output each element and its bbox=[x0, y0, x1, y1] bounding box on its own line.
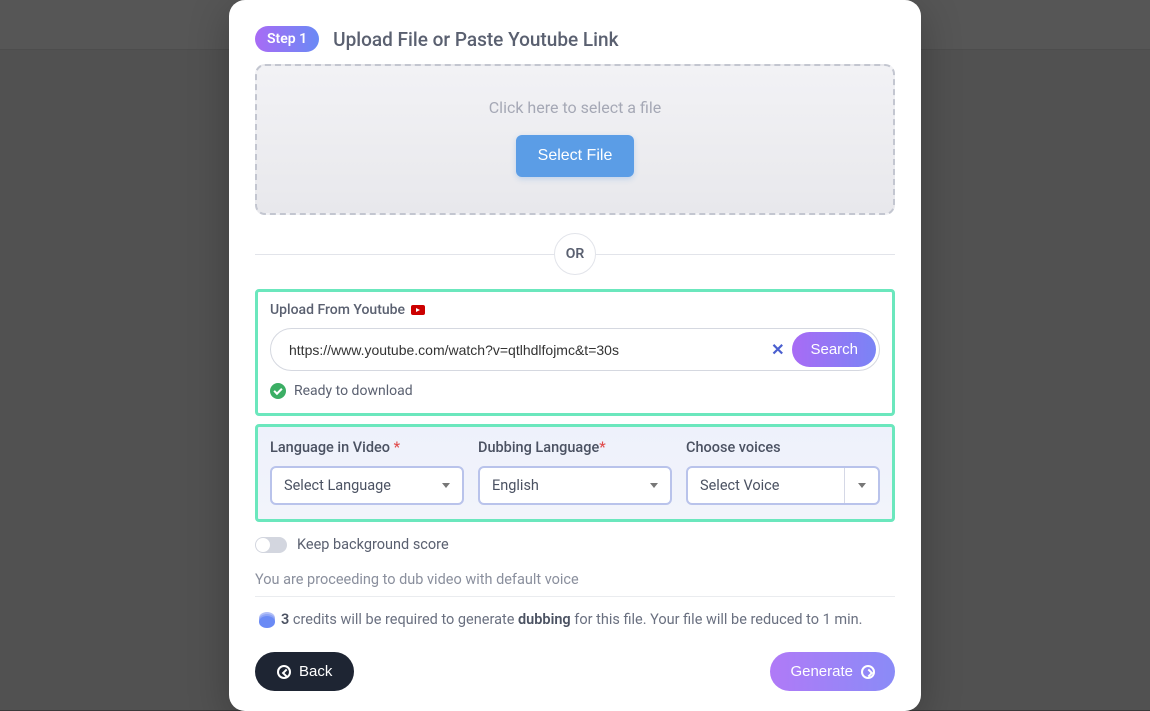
chevron-down-icon bbox=[858, 483, 866, 488]
ready-status: Ready to download bbox=[270, 383, 880, 399]
step-header: Step 1 Upload File or Paste Youtube Link bbox=[255, 26, 895, 52]
youtube-url-input[interactable] bbox=[285, 334, 763, 366]
keep-background-toggle[interactable] bbox=[255, 537, 287, 553]
search-button[interactable]: Search bbox=[792, 332, 876, 367]
step-badge: Step 1 bbox=[255, 26, 319, 52]
dubbing-language-field: Dubbing Language* English bbox=[478, 439, 672, 505]
check-icon bbox=[270, 383, 286, 399]
language-section: Language in Video * Select Language Dubb… bbox=[255, 424, 895, 522]
generate-button[interactable]: Generate bbox=[770, 652, 895, 691]
source-language-field: Language in Video * Select Language bbox=[270, 439, 464, 505]
dubbing-language-select[interactable]: English bbox=[478, 466, 672, 505]
background-score-row: Keep background score bbox=[255, 536, 895, 553]
clear-url-icon[interactable]: ✕ bbox=[763, 340, 792, 359]
file-dropzone[interactable]: Click here to select a file Select File bbox=[255, 64, 895, 215]
youtube-input-row: ✕ Search bbox=[270, 328, 880, 371]
voice-select[interactable]: Select Voice bbox=[686, 466, 880, 505]
chevron-down-icon bbox=[442, 483, 450, 488]
toggle-label: Keep background score bbox=[297, 536, 449, 553]
youtube-icon bbox=[411, 305, 425, 315]
voice-field: Choose voices Select Voice bbox=[686, 439, 880, 505]
credits-bar: 3 credits will be required to generate d… bbox=[255, 596, 895, 642]
back-button[interactable]: Back bbox=[255, 652, 354, 691]
arrow-right-icon bbox=[861, 665, 875, 679]
select-file-button[interactable]: Select File bbox=[516, 135, 635, 177]
step-title: Upload File or Paste Youtube Link bbox=[333, 28, 618, 51]
coins-icon bbox=[259, 616, 275, 628]
ready-text: Ready to download bbox=[294, 383, 413, 399]
or-label: OR bbox=[554, 233, 596, 275]
upload-modal: Step 1 Upload File or Paste Youtube Link… bbox=[229, 0, 921, 711]
youtube-section: Upload From Youtube ✕ Search Ready to do… bbox=[255, 289, 895, 416]
source-language-select[interactable]: Select Language bbox=[270, 466, 464, 505]
arrow-left-icon bbox=[277, 665, 291, 679]
default-voice-info: You are proceeding to dub video with def… bbox=[255, 571, 895, 588]
dropzone-hint: Click here to select a file bbox=[277, 98, 873, 117]
or-divider: OR bbox=[255, 233, 895, 275]
chevron-down-icon bbox=[650, 483, 658, 488]
modal-footer: Back Generate bbox=[255, 652, 895, 691]
youtube-label: Upload From Youtube bbox=[270, 302, 880, 318]
